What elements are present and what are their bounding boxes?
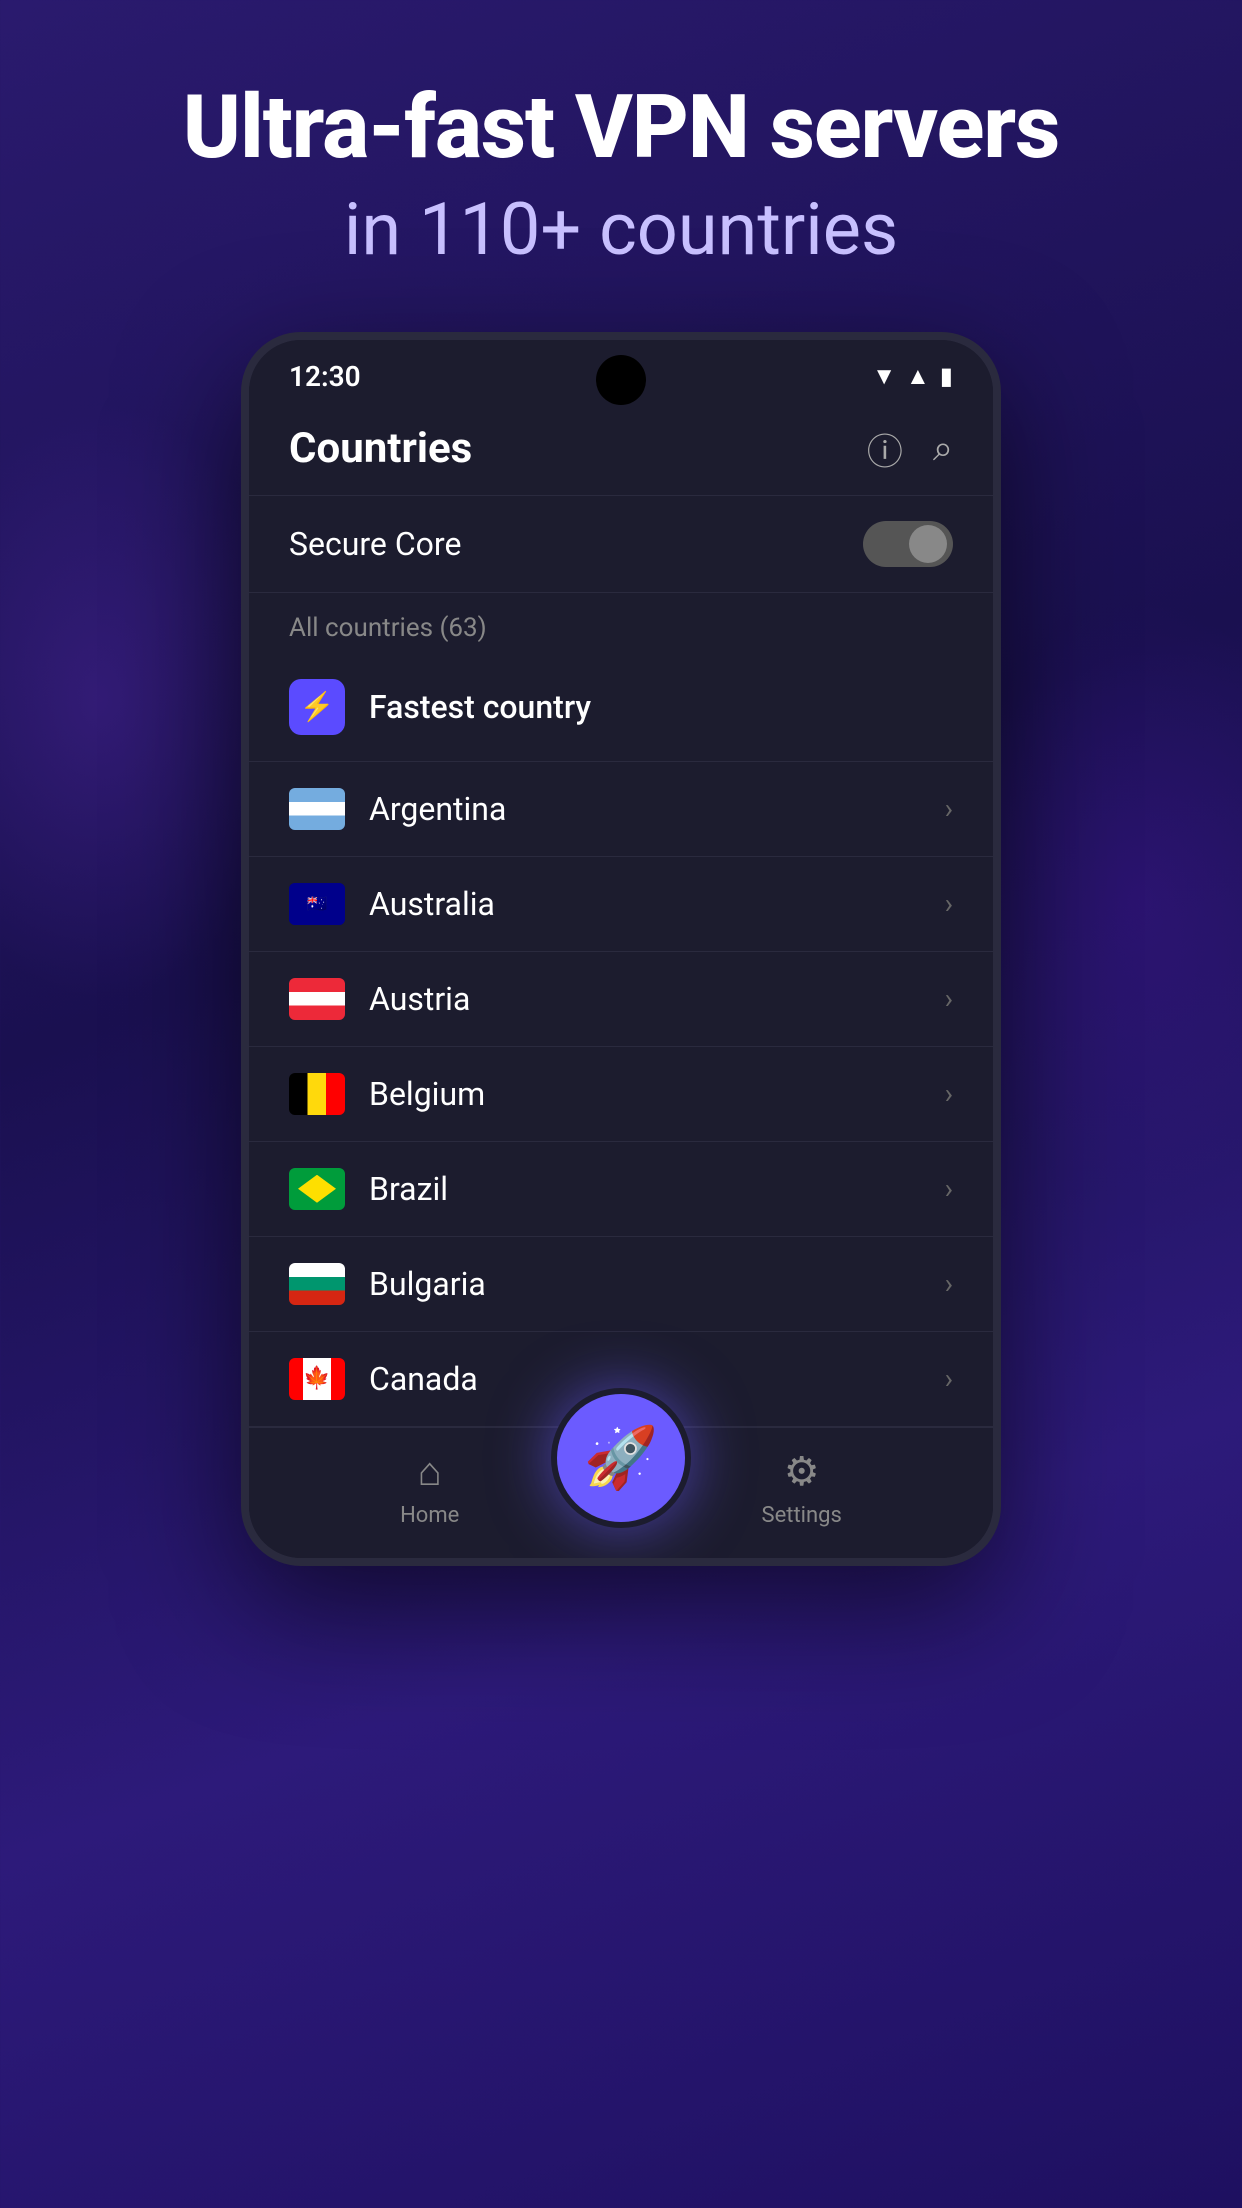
status-icons: ▼ ▲ ▮	[872, 362, 953, 391]
country-list: ⚡ Fastest country Argentina › 🇦🇺 Austral…	[249, 653, 993, 1427]
page-title: Countries	[289, 424, 472, 473]
list-item[interactable]: Belgium ›	[249, 1047, 993, 1142]
app-header: Countries ⓘ ⌕	[249, 403, 993, 496]
flag-bulgaria	[289, 1263, 345, 1305]
chevron-down-icon: ›	[945, 887, 953, 920]
battery-icon: ▮	[940, 362, 953, 390]
secure-core-row: Secure Core	[249, 496, 993, 593]
fastest-label: Fastest country	[369, 688, 591, 726]
chevron-down-icon: ›	[945, 1077, 953, 1110]
country-name: Brazil	[369, 1170, 921, 1208]
list-item[interactable]: Bulgaria ›	[249, 1237, 993, 1332]
camera-notch	[596, 355, 646, 405]
country-name: Belgium	[369, 1075, 921, 1113]
country-name: Austria	[369, 980, 921, 1018]
settings-label: Settings	[762, 1503, 842, 1528]
wifi-icon: ▼	[872, 362, 896, 391]
signal-icon: ▲	[906, 362, 930, 391]
status-bar: 12:30 ▼ ▲ ▮	[249, 340, 993, 403]
flag-belgium	[289, 1073, 345, 1115]
info-button[interactable]: ⓘ	[867, 423, 903, 475]
country-name: Bulgaria	[369, 1265, 921, 1303]
connect-fab[interactable]: 🚀	[551, 1388, 691, 1528]
list-item[interactable]: Austria ›	[249, 952, 993, 1047]
flag-br-diamond	[298, 1175, 336, 1203]
list-item[interactable]: 🇦🇺 Australia ›	[249, 857, 993, 952]
list-item[interactable]: Argentina ›	[249, 762, 993, 857]
country-name: Australia	[369, 885, 921, 923]
search-button[interactable]: ⌕	[933, 427, 953, 470]
chevron-down-icon: ›	[945, 982, 953, 1015]
chevron-down-icon: ›	[945, 792, 953, 825]
header-title-line2: in 110+ countries	[183, 187, 1060, 272]
toggle-knob	[909, 525, 947, 563]
home-label: Home	[400, 1503, 459, 1528]
chevron-down-icon: ›	[945, 1267, 953, 1300]
lightning-icon: ⚡	[300, 690, 335, 723]
secure-core-toggle[interactable]	[863, 521, 953, 567]
phone-mockup: 12:30 ▼ ▲ ▮ Countries ⓘ ⌕ Secure Core Al…	[241, 332, 1001, 1566]
flag-au-inner: 🇦🇺	[289, 883, 345, 925]
settings-icon: ⚙	[784, 1448, 820, 1495]
nav-settings[interactable]: ⚙ Settings	[762, 1448, 842, 1528]
home-icon: ⌂	[418, 1448, 442, 1495]
section-label: All countries (63)	[289, 613, 487, 643]
section-header: All countries (63)	[249, 593, 993, 653]
flag-brazil	[289, 1168, 345, 1210]
rocket-icon: 🚀	[584, 1422, 659, 1493]
flag-australia: 🇦🇺	[289, 883, 345, 925]
flag-austria	[289, 978, 345, 1020]
status-time: 12:30	[289, 360, 361, 393]
flag-argentina	[289, 788, 345, 830]
chevron-down-icon: ›	[945, 1362, 953, 1395]
chevron-down-icon: ›	[945, 1172, 953, 1205]
bottom-nav: ⌂ Home 🚀 ⚙ Settings	[249, 1427, 993, 1558]
header-section: Ultra-fast VPN servers in 110+ countries	[183, 0, 1060, 332]
fastest-country-row[interactable]: ⚡ Fastest country	[249, 653, 993, 762]
country-name: Argentina	[369, 790, 921, 828]
header-actions: ⓘ ⌕	[867, 423, 953, 475]
header-title-line1: Ultra-fast VPN servers	[183, 80, 1060, 177]
maple-leaf-icon: 🍁	[303, 1366, 330, 1391]
list-item[interactable]: Brazil ›	[249, 1142, 993, 1237]
flag-canada: 🍁	[289, 1358, 345, 1400]
nav-home[interactable]: ⌂ Home	[400, 1448, 459, 1528]
fastest-icon: ⚡	[289, 679, 345, 735]
secure-core-label: Secure Core	[289, 525, 461, 563]
